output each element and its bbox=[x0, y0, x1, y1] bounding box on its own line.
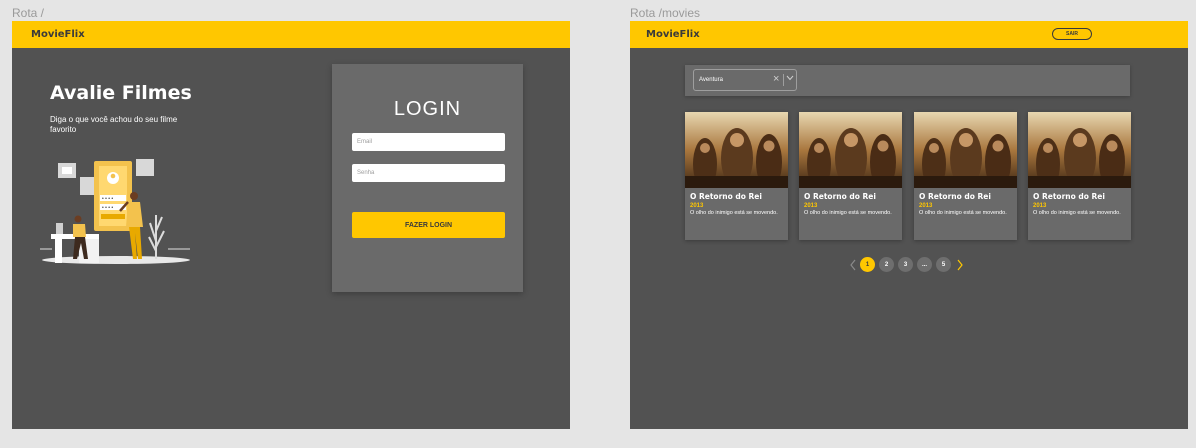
page-button[interactable]: 5 bbox=[936, 257, 951, 272]
movie-poster bbox=[685, 112, 788, 188]
hero-title: Avalie Filmes bbox=[50, 82, 192, 104]
login-title: LOGIN bbox=[393, 98, 462, 120]
movie-title: O Retorno do Rei bbox=[690, 192, 762, 201]
hero-subtitle: Diga o que você achou do seu filme favor… bbox=[50, 115, 178, 134]
filter-bar: Aventura × bbox=[685, 65, 1130, 96]
movie-title: O Retorno do Rei bbox=[804, 192, 876, 201]
close-icon[interactable]: × bbox=[773, 73, 779, 85]
login-card: LOGIN Email Senha FAZER LOGIN bbox=[332, 64, 523, 292]
page-button[interactable]: 2 bbox=[879, 257, 894, 272]
movie-year: 2013 bbox=[804, 203, 818, 209]
movie-card[interactable]: O Retorno do Rei 2013 O olho do inimigo … bbox=[799, 112, 902, 240]
movie-year: 2013 bbox=[690, 203, 704, 209]
page-button[interactable]: 3 bbox=[898, 257, 913, 272]
svg-text:• • • •: • • • • bbox=[102, 196, 113, 202]
navbar: MovieFlix bbox=[12, 21, 570, 48]
movie-poster bbox=[799, 112, 902, 188]
navbar: MovieFlix SAIR bbox=[630, 21, 1188, 48]
chevron-left-icon[interactable] bbox=[848, 257, 858, 272]
brand-logo[interactable]: MovieFlix bbox=[646, 29, 700, 40]
movie-description: O olho do inimigo está se movendo. bbox=[1033, 210, 1121, 216]
frame-label-movies: Rota /movies bbox=[630, 6, 701, 20]
frame-label-login: Rota / bbox=[12, 6, 45, 20]
movie-poster bbox=[914, 112, 1017, 188]
page-ellipsis: ... bbox=[917, 257, 932, 272]
svg-text:• • • •: • • • • bbox=[102, 205, 113, 211]
chevron-down-icon[interactable] bbox=[786, 75, 794, 81]
select-divider bbox=[783, 74, 784, 86]
genre-select[interactable]: Aventura × bbox=[693, 69, 797, 91]
password-field[interactable]: Senha bbox=[352, 164, 505, 182]
logout-button[interactable]: SAIR bbox=[1052, 28, 1092, 40]
movies-screen: MovieFlix SAIR Aventura × O Retorno do R… bbox=[630, 21, 1188, 429]
movie-description: O olho do inimigo está se movendo. bbox=[919, 210, 1007, 216]
login-illustration: • • • • • • • • bbox=[40, 159, 190, 264]
movie-poster bbox=[1028, 112, 1131, 188]
movie-card[interactable]: O Retorno do Rei 2013 O olho do inimigo … bbox=[914, 112, 1017, 240]
chevron-right-icon[interactable] bbox=[955, 257, 965, 272]
page-button[interactable]: 1 bbox=[860, 257, 875, 272]
movie-year: 2013 bbox=[1033, 203, 1047, 209]
pagination: 1 2 3 ... 5 bbox=[848, 257, 967, 272]
movie-description: O olho do inimigo está se movendo. bbox=[804, 210, 892, 216]
login-screen: MovieFlix Avalie Filmes Diga o que você … bbox=[12, 21, 570, 429]
movie-card[interactable]: O Retorno do Rei 2013 O olho do inimigo … bbox=[1028, 112, 1131, 240]
movie-description: O olho do inimigo está se movendo. bbox=[690, 210, 778, 216]
movie-year: 2013 bbox=[919, 203, 933, 209]
brand-logo[interactable]: MovieFlix bbox=[31, 29, 85, 40]
movie-title: O Retorno do Rei bbox=[1033, 192, 1105, 201]
email-field[interactable]: Email bbox=[352, 133, 505, 151]
login-button[interactable]: FAZER LOGIN bbox=[352, 212, 505, 238]
movie-card[interactable]: O Retorno do Rei 2013 O olho do inimigo … bbox=[685, 112, 788, 240]
movie-title: O Retorno do Rei bbox=[919, 192, 991, 201]
genre-select-value: Aventura bbox=[699, 77, 723, 83]
